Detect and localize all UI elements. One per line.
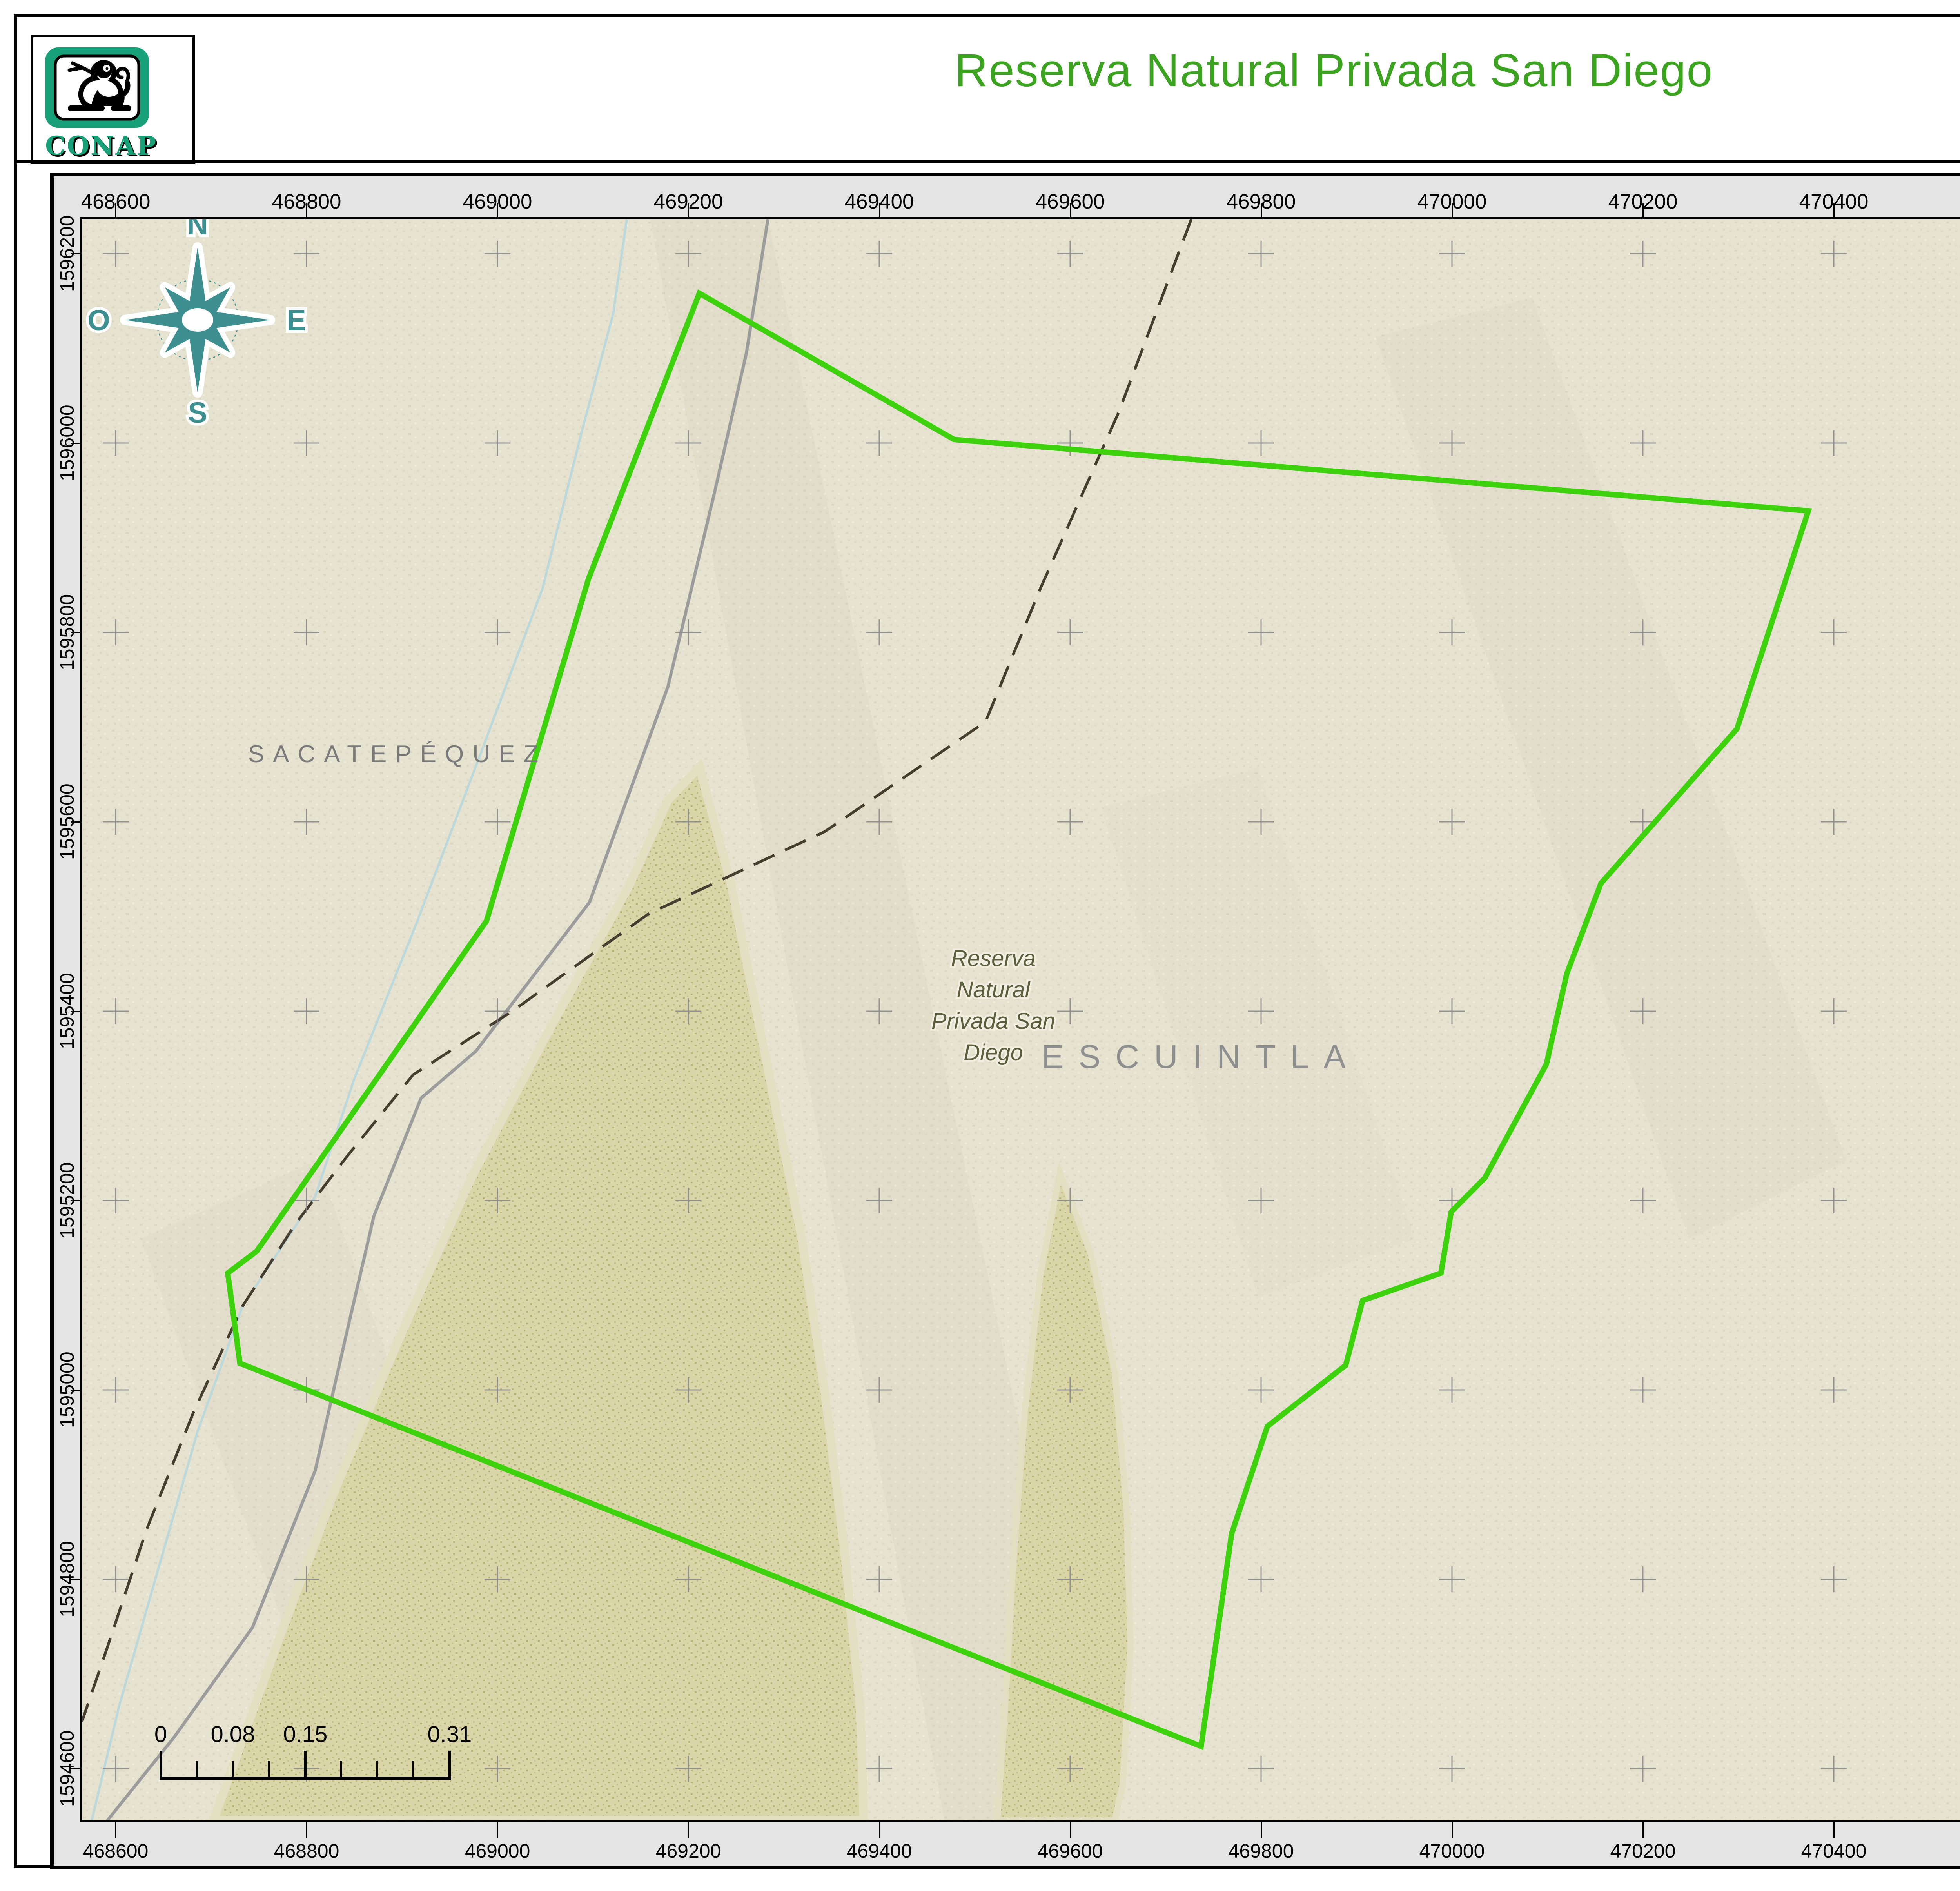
conap-logo-text: CONAP — [45, 131, 149, 161]
compass-o: O — [87, 304, 110, 336]
x-axis-label-top: 470200 — [1584, 190, 1702, 214]
y-axis-label-left: 1595800 — [56, 570, 78, 695]
y-axis-label-left: 1596200 — [56, 191, 78, 316]
x-axis-label-bottom: 469000 — [439, 1840, 556, 1857]
conap-monkey-icon — [45, 47, 149, 128]
x-axis-label-top: 469200 — [630, 190, 747, 214]
x-axis-label-bottom: 469800 — [1202, 1840, 1320, 1857]
x-tick — [1642, 1822, 1644, 1838]
x-tick — [115, 1822, 116, 1838]
x-axis-label-bottom: 468600 — [57, 1840, 174, 1857]
department-label-escuintla: ESCUINTLA — [1042, 1038, 1360, 1075]
x-axis-label-top: 470000 — [1393, 190, 1511, 214]
x-tick — [1070, 1822, 1071, 1838]
compass-e: E — [287, 304, 306, 336]
x-tick — [1833, 1822, 1835, 1838]
y-axis-label-left: 1595400 — [56, 948, 78, 1074]
main-map: SACATEPÉQUEZ ESCUINTLA Reserva Natural P… — [80, 217, 1960, 1822]
page-title: Reserva Natural Privada San Diego — [588, 44, 1960, 97]
conap-logo: CONAP — [31, 35, 195, 164]
x-axis-label-bottom: 470000 — [1393, 1840, 1511, 1857]
compass-s: S — [188, 396, 207, 429]
map-canvas: SACATEPÉQUEZ ESCUINTLA Reserva Natural P… — [82, 219, 1960, 1820]
x-axis-label-top: 468800 — [248, 190, 365, 214]
y-axis-label-left: 1595600 — [56, 759, 78, 885]
x-axis-label-bottom: 470400 — [1775, 1840, 1893, 1857]
x-tick — [1261, 1822, 1262, 1838]
x-axis-label-top: 469400 — [820, 190, 938, 214]
y-axis-label-left: 1594800 — [56, 1517, 78, 1642]
department-label-sacatepequez: SACATEPÉQUEZ — [248, 741, 547, 768]
x-axis-label-bottom: 469200 — [630, 1840, 747, 1857]
x-tick — [879, 1822, 880, 1838]
scale-tick-3: 0.31 — [428, 1722, 472, 1747]
x-axis-label-bottom: 469400 — [820, 1840, 938, 1857]
header-divider — [15, 160, 1960, 163]
y-axis-label-left: 1594600 — [56, 1706, 78, 1831]
svg-text:Diego: Diego — [964, 1040, 1023, 1065]
x-axis-label-bottom: 469600 — [1011, 1840, 1129, 1857]
svg-text:Natural: Natural — [957, 977, 1031, 1003]
y-axis-label-left: 1595000 — [56, 1327, 78, 1453]
svg-text:Reserva: Reserva — [951, 946, 1036, 971]
map-sheet: CONAP Reserva Natural Privada San Diego … — [0, 0, 1960, 1891]
x-tick — [688, 1822, 689, 1838]
x-axis-label-top: 469000 — [439, 190, 556, 214]
svg-text:Privada San: Privada San — [931, 1008, 1055, 1034]
x-axis-label-top: 470400 — [1775, 190, 1893, 214]
x-axis-label-top: 469800 — [1202, 190, 1320, 214]
x-tick — [306, 1822, 307, 1838]
scale-tick-1: 0.08 — [211, 1722, 255, 1747]
x-axis-label-top: 469600 — [1011, 190, 1129, 214]
x-tick — [497, 1822, 498, 1838]
scale-tick-2: 0.15 — [283, 1722, 328, 1747]
x-axis-label-bottom: 468800 — [248, 1840, 365, 1857]
y-axis-label-left: 1596000 — [56, 380, 78, 506]
compass-n: N — [187, 219, 208, 241]
y-axis-label-left: 1595200 — [56, 1138, 78, 1263]
scale-tick-0: 0 — [154, 1722, 167, 1747]
x-axis-label-bottom: 470200 — [1584, 1840, 1702, 1857]
x-tick — [1452, 1822, 1453, 1838]
map-block: 4686004686004688004688004690004690004692… — [50, 173, 1960, 1869]
